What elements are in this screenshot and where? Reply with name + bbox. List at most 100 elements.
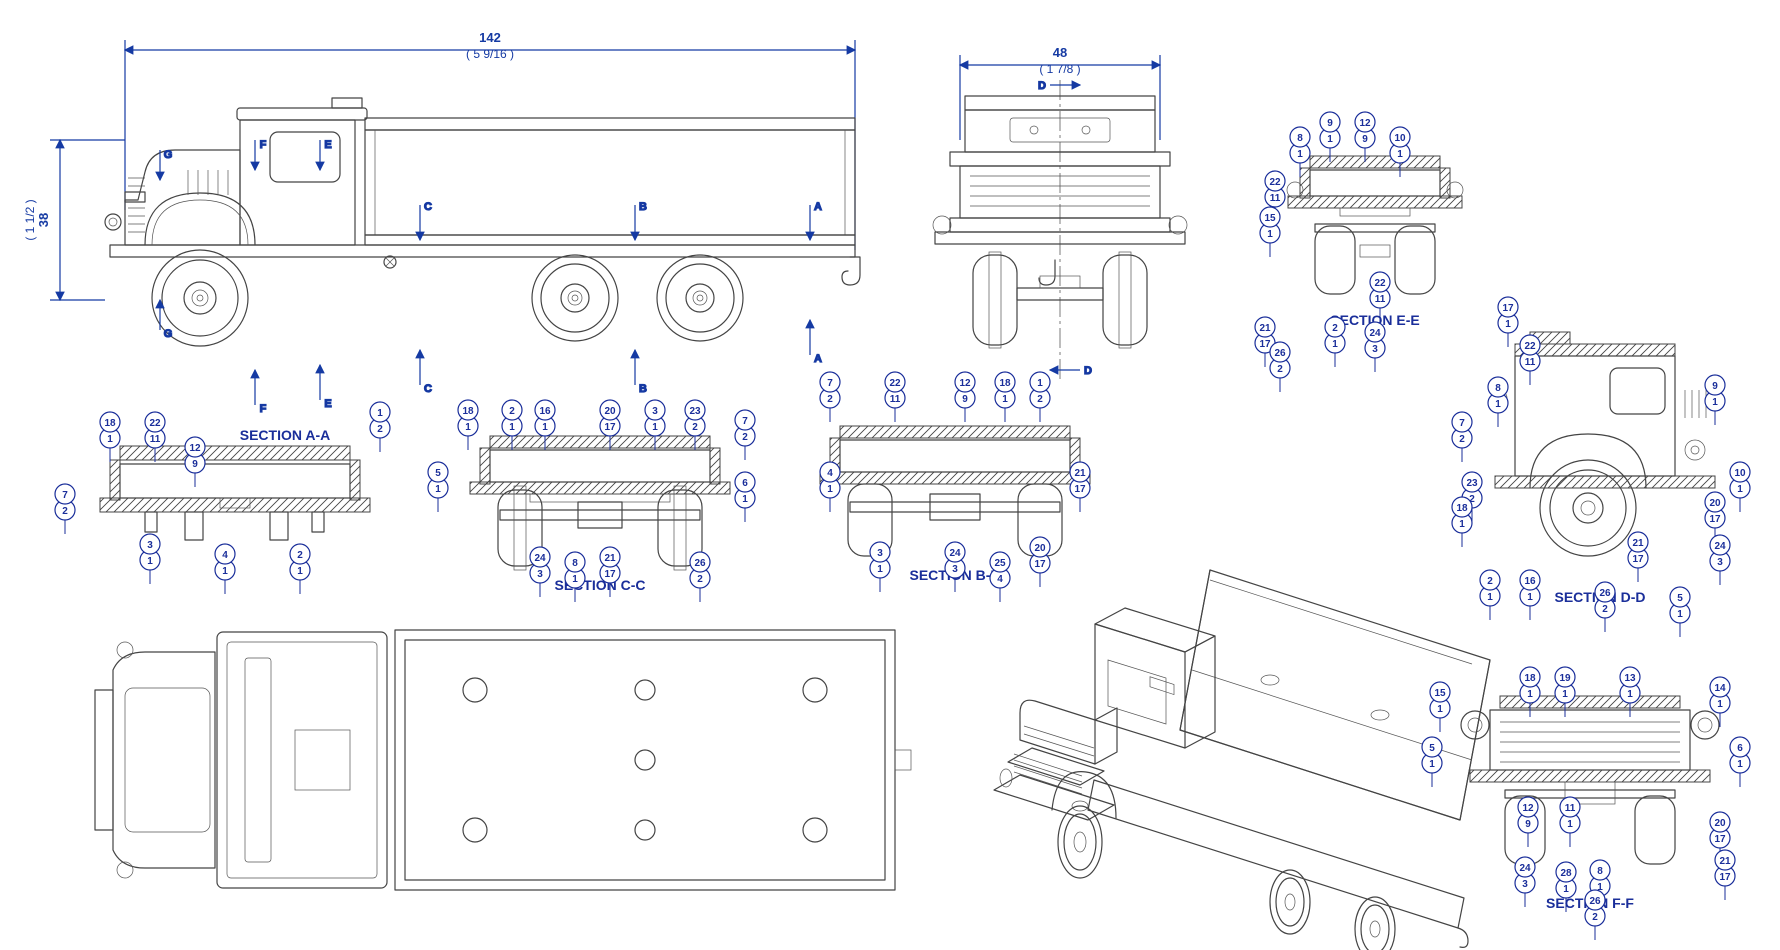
svg-text:11: 11: [1565, 803, 1576, 814]
section-aa: SECTION A-A: [100, 427, 370, 540]
balloon: 243: [530, 547, 550, 597]
svg-text:1: 1: [1487, 592, 1493, 603]
svg-text:20: 20: [1714, 818, 1726, 829]
balloon: 81: [565, 552, 585, 602]
svg-text:20: 20: [604, 406, 616, 417]
svg-text:1: 1: [1527, 592, 1533, 603]
svg-text:E: E: [324, 139, 331, 151]
svg-text:D: D: [1084, 365, 1092, 377]
svg-text:15: 15: [1264, 213, 1276, 224]
svg-text:17: 17: [1502, 303, 1514, 314]
svg-text:1: 1: [742, 494, 748, 505]
balloon: 51: [428, 462, 448, 512]
svg-text:9: 9: [1327, 118, 1333, 129]
balloon: 243: [1710, 535, 1730, 585]
svg-text:1: 1: [1527, 689, 1533, 700]
svg-text:D: D: [1038, 80, 1046, 92]
svg-text:1: 1: [1037, 378, 1043, 389]
svg-text:17: 17: [1714, 834, 1726, 845]
svg-text:1: 1: [509, 422, 515, 433]
svg-text:3: 3: [147, 540, 153, 551]
svg-text:24: 24: [1714, 541, 1726, 552]
svg-text:18: 18: [462, 406, 474, 417]
svg-text:A: A: [814, 201, 822, 213]
svg-text:15: 15: [1434, 688, 1446, 699]
svg-text:1: 1: [1562, 689, 1568, 700]
svg-text:11: 11: [1270, 193, 1281, 204]
svg-text:1: 1: [877, 564, 883, 575]
balloon: 12: [1030, 372, 1050, 422]
svg-text:17: 17: [1719, 872, 1731, 883]
dim-length-in: ( 5 9/16 ): [466, 47, 514, 61]
svg-text:2: 2: [692, 422, 698, 433]
svg-text:1: 1: [1429, 759, 1435, 770]
balloon: 151: [1260, 207, 1280, 257]
svg-text:C: C: [424, 383, 432, 395]
balloon: 21: [290, 544, 310, 594]
svg-text:9: 9: [1362, 134, 1368, 145]
balloon: 181: [100, 412, 120, 462]
svg-text:12: 12: [1522, 803, 1534, 814]
svg-text:1: 1: [572, 574, 578, 585]
svg-text:1: 1: [1327, 134, 1333, 145]
rear-view: 48 ( 1 7/8 ) D D: [933, 45, 1187, 380]
section-cc: SECTION C-C: [470, 436, 730, 593]
svg-text:2: 2: [62, 506, 68, 517]
balloon: 129: [1355, 112, 1375, 162]
balloon: 2017: [1030, 537, 1050, 587]
balloon: 181: [458, 400, 478, 450]
svg-text:21: 21: [1719, 856, 1731, 867]
svg-text:1: 1: [1712, 397, 1718, 408]
balloon: 161: [1520, 570, 1540, 620]
svg-text:26: 26: [1589, 896, 1601, 907]
svg-text:2: 2: [1277, 364, 1283, 375]
svg-text:12: 12: [1359, 118, 1371, 129]
balloon: 254: [990, 552, 1010, 602]
balloon: 2117: [1070, 462, 1090, 512]
svg-text:1: 1: [1563, 884, 1569, 895]
svg-text:7: 7: [827, 378, 833, 389]
balloon: 243: [1365, 322, 1385, 372]
balloon: 2017: [1705, 492, 1725, 542]
balloon: 243: [945, 542, 965, 592]
svg-text:8: 8: [1495, 383, 1501, 394]
svg-text:12: 12: [189, 443, 201, 454]
svg-text:5: 5: [1677, 593, 1683, 604]
balloon: 61: [1730, 737, 1750, 787]
svg-text:7: 7: [1459, 418, 1465, 429]
svg-text:9: 9: [1525, 819, 1531, 830]
balloon: 72: [735, 410, 755, 460]
svg-text:11: 11: [890, 394, 901, 405]
svg-text:1: 1: [107, 434, 113, 445]
svg-text:25: 25: [994, 558, 1006, 569]
svg-text:26: 26: [1599, 588, 1611, 599]
svg-text:F: F: [260, 403, 267, 415]
balloon: 2211: [1520, 335, 1540, 385]
svg-text:28: 28: [1560, 868, 1572, 879]
svg-text:3: 3: [537, 569, 543, 580]
svg-text:9: 9: [962, 394, 968, 405]
dim-length-mm: 142: [479, 30, 501, 45]
balloon: 31: [870, 542, 890, 592]
svg-text:1: 1: [222, 566, 228, 577]
balloon: 2117: [1255, 317, 1275, 367]
svg-text:1: 1: [1437, 704, 1443, 715]
balloon: 91: [1320, 112, 1340, 162]
svg-text:24: 24: [949, 548, 961, 559]
svg-text:2: 2: [697, 574, 703, 585]
section-label-aa: SECTION A-A: [240, 427, 330, 443]
svg-text:10: 10: [1394, 133, 1406, 144]
svg-text:20: 20: [1709, 498, 1721, 509]
svg-text:17: 17: [1034, 559, 1046, 570]
svg-text:1: 1: [1397, 149, 1403, 160]
balloon: 72: [55, 484, 75, 534]
svg-text:7: 7: [62, 490, 68, 501]
svg-text:1: 1: [652, 422, 658, 433]
svg-text:1: 1: [1717, 699, 1723, 710]
svg-text:1: 1: [1002, 394, 1008, 405]
svg-text:24: 24: [1519, 863, 1531, 874]
balloon: 141: [1710, 677, 1730, 727]
svg-text:21: 21: [1074, 468, 1086, 479]
svg-text:3: 3: [877, 548, 883, 559]
balloon: 21: [1480, 570, 1500, 620]
